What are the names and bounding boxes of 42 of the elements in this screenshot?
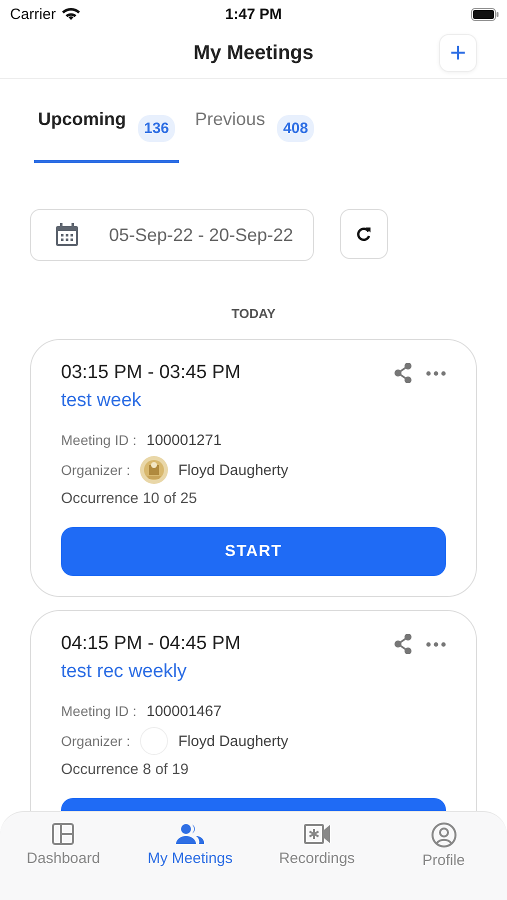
- battery-icon: [471, 8, 499, 20]
- share-icon[interactable]: [394, 363, 412, 383]
- video-camera-icon: [302, 822, 331, 846]
- meeting-id: 100001467: [146, 702, 222, 720]
- field-label: Meeting ID :: [61, 432, 136, 448]
- meeting-title[interactable]: test rec weekly: [61, 661, 446, 683]
- meeting-title[interactable]: test week: [61, 390, 446, 412]
- wifi-icon: [62, 8, 80, 20]
- field-label: Organizer :: [61, 462, 130, 478]
- field-label: Organizer :: [61, 733, 130, 749]
- dashboard-icon: [51, 822, 76, 846]
- tab[interactable]: Previous 408: [191, 107, 318, 163]
- count-badge: 136: [138, 115, 176, 142]
- count-badge: 408: [277, 115, 314, 142]
- field-label: Meeting ID :: [61, 703, 136, 719]
- occurrence-text: Occurrence 10 of 25: [61, 490, 198, 507]
- more-icon[interactable]: [426, 642, 446, 646]
- clock-time: 1:47 PM: [224, 6, 283, 22]
- nav-tab[interactable]: Profile: [384, 822, 504, 900]
- add-button[interactable]: +: [439, 34, 477, 72]
- nav-tab[interactable]: Recordings: [256, 822, 377, 900]
- start-button[interactable]: START: [61, 527, 446, 576]
- refresh-icon: [356, 226, 372, 242]
- more-icon[interactable]: [426, 370, 446, 376]
- date-range-field[interactable]: 05-Sep-22 - 20-Sep-22: [30, 209, 314, 261]
- tab[interactable]: Upcoming 136: [34, 107, 180, 163]
- nav-tab[interactable]: Dashboard: [3, 822, 124, 900]
- organizer-name: Floyd Daugherty: [178, 732, 288, 750]
- meeting-time: 03:15 PM - 03:45 PM: [61, 362, 241, 384]
- carrier-name: Carrier: [10, 6, 56, 22]
- page-title: My Meetings: [193, 42, 314, 64]
- refresh-button[interactable]: [340, 209, 388, 259]
- calendar-icon: [55, 223, 79, 247]
- section-label: TODAY: [230, 306, 277, 321]
- occurrence-text: Occurrence 8 of 19: [61, 761, 190, 778]
- nav-tab[interactable]: My Meetings: [130, 822, 250, 900]
- share-icon[interactable]: [394, 634, 412, 654]
- people-icon: [176, 822, 204, 846]
- meeting-id: 100001271: [146, 432, 222, 448]
- meeting-time: 04:15 PM - 04:45 PM: [61, 633, 241, 655]
- organizer-name: Floyd Daugherty: [178, 462, 288, 478]
- profile-icon: [430, 822, 457, 848]
